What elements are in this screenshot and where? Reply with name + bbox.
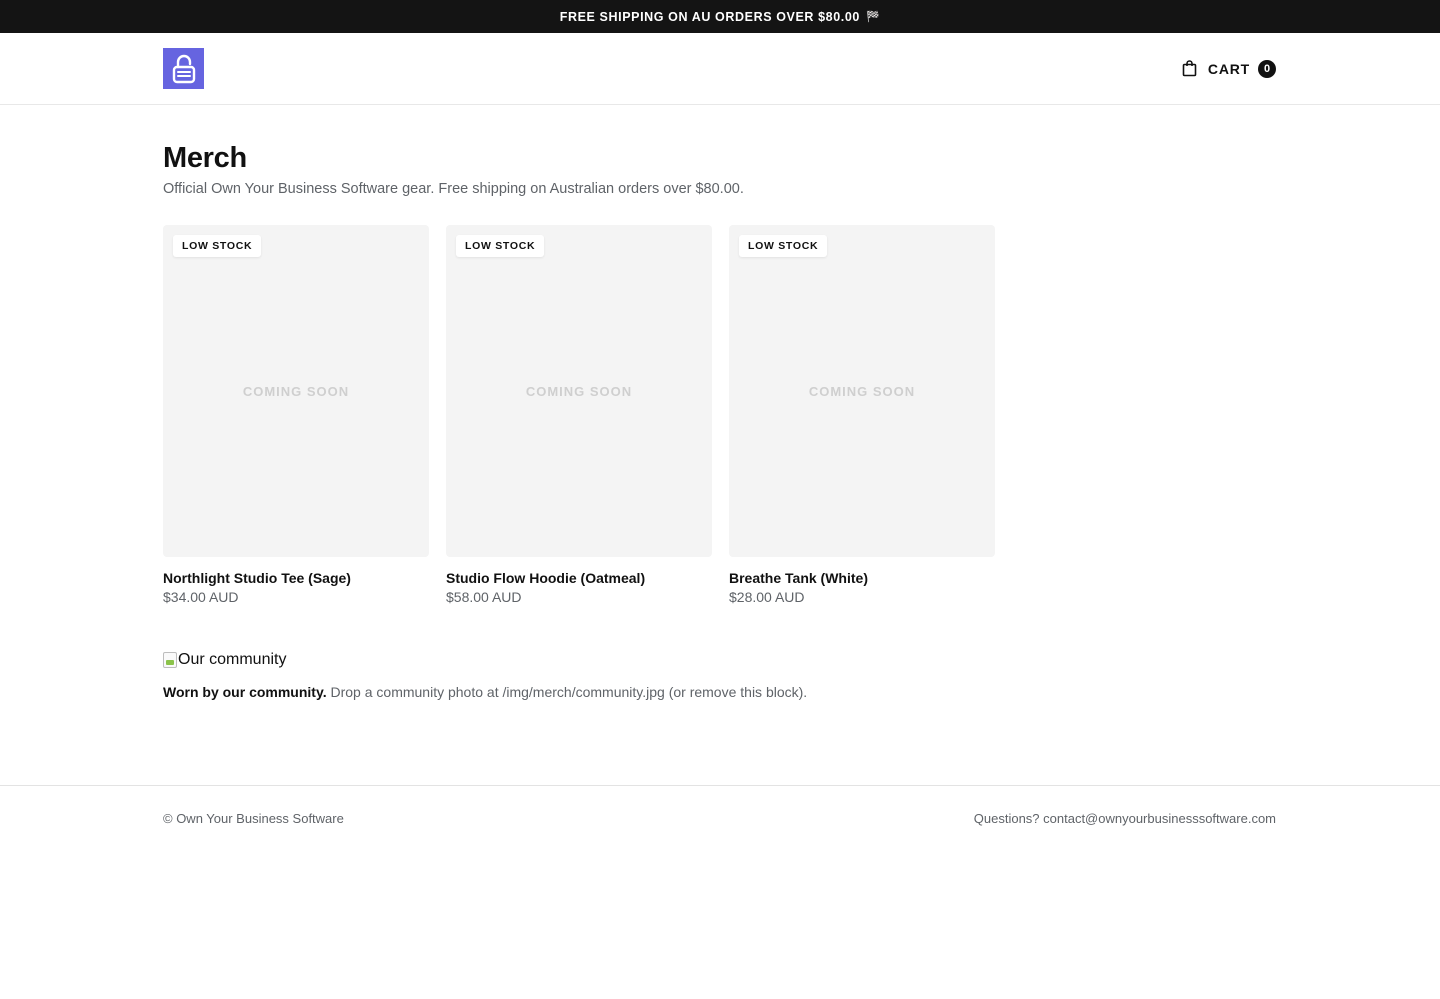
- coming-soon-label: COMING SOON: [525, 383, 633, 399]
- community-image: Our community: [163, 651, 1440, 669]
- site-logo[interactable]: [163, 48, 204, 89]
- main-content: Merch Official Own Your Business Softwar…: [0, 105, 1440, 785]
- page-subtitle: Official Own Your Business Software gear…: [163, 181, 744, 197]
- community-image-alt: Our community: [178, 651, 287, 668]
- cart-button[interactable]: CART 0: [1182, 59, 1276, 78]
- low-stock-badge: LOW STOCK: [173, 235, 262, 257]
- coming-soon-label: COMING SOON: [808, 383, 916, 399]
- community-caption: Worn by our community. Drop a community …: [163, 684, 1440, 700]
- low-stock-badge: LOW STOCK: [739, 235, 828, 257]
- low-stock-badge: LOW STOCK: [456, 235, 545, 257]
- site-header: CART 0: [0, 33, 1440, 105]
- coming-soon-label: COMING SOON: [242, 383, 350, 399]
- shopping-bag-icon: [1182, 60, 1197, 77]
- footer-contact-link[interactable]: Questions? contact@ownyourbusinesssoftwa…: [974, 811, 1276, 826]
- product-image-placeholder[interactable]: LOW STOCK COMING SOON: [163, 225, 429, 557]
- product-card[interactable]: LOW STOCK COMING SOON Studio Flow Hoodie…: [446, 225, 712, 605]
- broken-image-icon: [163, 652, 177, 668]
- cart-label: CART: [1207, 60, 1250, 77]
- announcement-text: FREE SHIPPING ON AU ORDERS OVER $80.00: [559, 9, 860, 24]
- product-name[interactable]: Northlight Studio Tee (Sage): [163, 570, 429, 586]
- product-name[interactable]: Studio Flow Hoodie (Oatmeal): [446, 570, 712, 586]
- product-image-placeholder[interactable]: LOW STOCK COMING SOON: [446, 225, 712, 557]
- page-title: Merch: [163, 142, 247, 174]
- product-image-placeholder[interactable]: LOW STOCK COMING SOON: [729, 225, 995, 557]
- footer-copyright: © Own Your Business Software: [163, 811, 344, 826]
- checkered-flag-icon: 🏁: [865, 11, 881, 23]
- community-text: Drop a community photo at /img/merch/com…: [330, 684, 808, 700]
- cart-count-badge: 0: [1258, 59, 1276, 78]
- product-name[interactable]: Breathe Tank (White): [729, 570, 995, 586]
- product-price: $34.00 AUD: [163, 589, 239, 605]
- product-card[interactable]: LOW STOCK COMING SOON Northlight Studio …: [163, 225, 429, 605]
- site-footer: © Own Your Business Software Questions? …: [0, 785, 1440, 998]
- product-grid: LOW STOCK COMING SOON Northlight Studio …: [163, 225, 1440, 605]
- community-section: Our community Worn by our community. Dro…: [163, 651, 1440, 700]
- community-heading: Worn by our community.: [163, 684, 327, 700]
- product-price: $28.00 AUD: [729, 589, 805, 605]
- announcement-bar: FREE SHIPPING ON AU ORDERS OVER $80.00 🏁: [0, 0, 1440, 33]
- lock-logo-icon: [172, 54, 195, 83]
- product-price: $58.00 AUD: [446, 589, 522, 605]
- product-card[interactable]: LOW STOCK COMING SOON Breathe Tank (Whit…: [729, 225, 995, 605]
